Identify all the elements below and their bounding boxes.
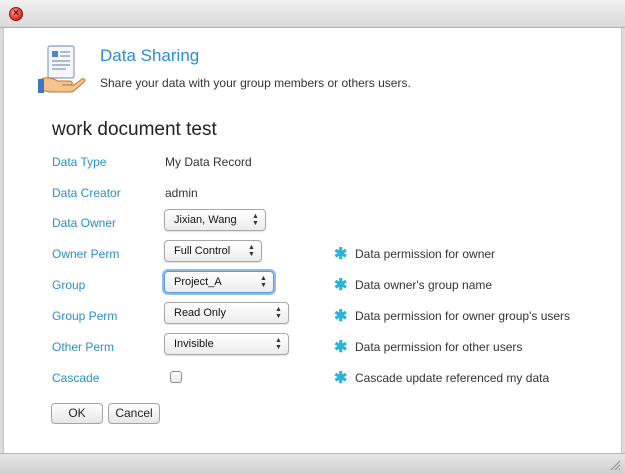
data-owner-selected: Jixian, Wang	[174, 214, 237, 226]
group-select[interactable]: Project_A ▲ ▼	[164, 271, 274, 293]
field-row-other-perm: Other Perm Invisible ▲ ▼ ✱ Data permissio…	[52, 333, 592, 357]
select-arrows-icon: ▲ ▼	[248, 244, 255, 258]
data-creator-label: Data Creator	[52, 186, 121, 200]
dialog-statusbar	[0, 453, 625, 474]
cancel-button[interactable]: Cancel	[108, 403, 160, 424]
owner-perm-hint: Data permission for owner	[355, 247, 496, 261]
field-row-data-creator: Data Creator admin	[52, 181, 592, 205]
data-type-label: Data Type	[52, 155, 107, 169]
data-owner-label: Data Owner	[52, 216, 117, 230]
cascade-label: Cascade	[52, 371, 100, 385]
dialog-titlebar: ×	[0, 0, 625, 28]
field-row-group: Group Project_A ▲ ▼ ✱ Data owner's group …	[52, 271, 592, 295]
data-type-value: My Data Record	[165, 155, 252, 169]
group-hint: Data owner's group name	[355, 278, 493, 292]
asterisk-icon: ✱	[334, 246, 348, 263]
resize-grip-icon[interactable]	[609, 459, 621, 471]
asterisk-icon: ✱	[334, 277, 348, 294]
dialog-left-border	[0, 28, 4, 453]
owner-perm-label: Owner Perm	[52, 247, 120, 261]
data-creator-value: admin	[165, 186, 198, 200]
select-arrows-icon: ▲ ▼	[252, 213, 259, 227]
field-row-group-perm: Group Perm Read Only ▲ ▼ ✱ Data permissio…	[52, 302, 592, 326]
group-perm-hint: Data permission for owner group's users	[355, 309, 571, 323]
asterisk-icon: ✱	[334, 370, 348, 387]
field-row-data-owner: Data Owner Jixian, Wang ▲ ▼	[52, 209, 592, 233]
dialog-right-border	[621, 28, 625, 453]
close-icon[interactable]: ×	[9, 7, 23, 21]
dialog-subtitle: Share your data with your group members …	[100, 76, 411, 90]
owner-perm-select[interactable]: Full Control ▲ ▼	[164, 240, 262, 262]
asterisk-icon: ✱	[334, 308, 348, 325]
group-perm-select[interactable]: Read Only ▲ ▼	[164, 302, 289, 324]
group-perm-selected: Read Only	[174, 307, 226, 319]
field-row-cascade: Cascade ✱ Cascade update referenced my d…	[52, 366, 592, 390]
ok-button[interactable]: OK	[51, 403, 103, 424]
other-perm-label: Other Perm	[52, 340, 115, 354]
other-perm-hint: Data permission for other users	[355, 340, 523, 354]
asterisk-icon: ✱	[334, 339, 348, 356]
group-label: Group	[52, 278, 86, 292]
other-perm-selected: Invisible	[174, 338, 214, 350]
select-arrows-icon: ▲ ▼	[275, 306, 282, 320]
field-row-data-type: Data Type My Data Record	[52, 150, 592, 174]
data-sharing-icon	[38, 44, 86, 96]
field-row-owner-perm: Owner Perm Full Control ▲ ▼ ✱ Data permis…	[52, 240, 592, 264]
group-perm-label: Group Perm	[52, 309, 118, 323]
other-perm-select[interactable]: Invisible ▲ ▼	[164, 333, 289, 355]
cascade-hint: Cascade update referenced my data	[355, 371, 550, 385]
cascade-checkbox[interactable]	[170, 371, 182, 383]
group-selected: Project_A	[174, 276, 222, 288]
document-title: work document test	[52, 119, 217, 140]
data-owner-select[interactable]: Jixian, Wang ▲ ▼	[164, 209, 266, 231]
select-arrows-icon: ▲ ▼	[260, 275, 267, 289]
dialog-title: Data Sharing	[100, 46, 200, 65]
select-arrows-icon: ▲ ▼	[275, 337, 282, 351]
owner-perm-selected: Full Control	[174, 245, 231, 257]
